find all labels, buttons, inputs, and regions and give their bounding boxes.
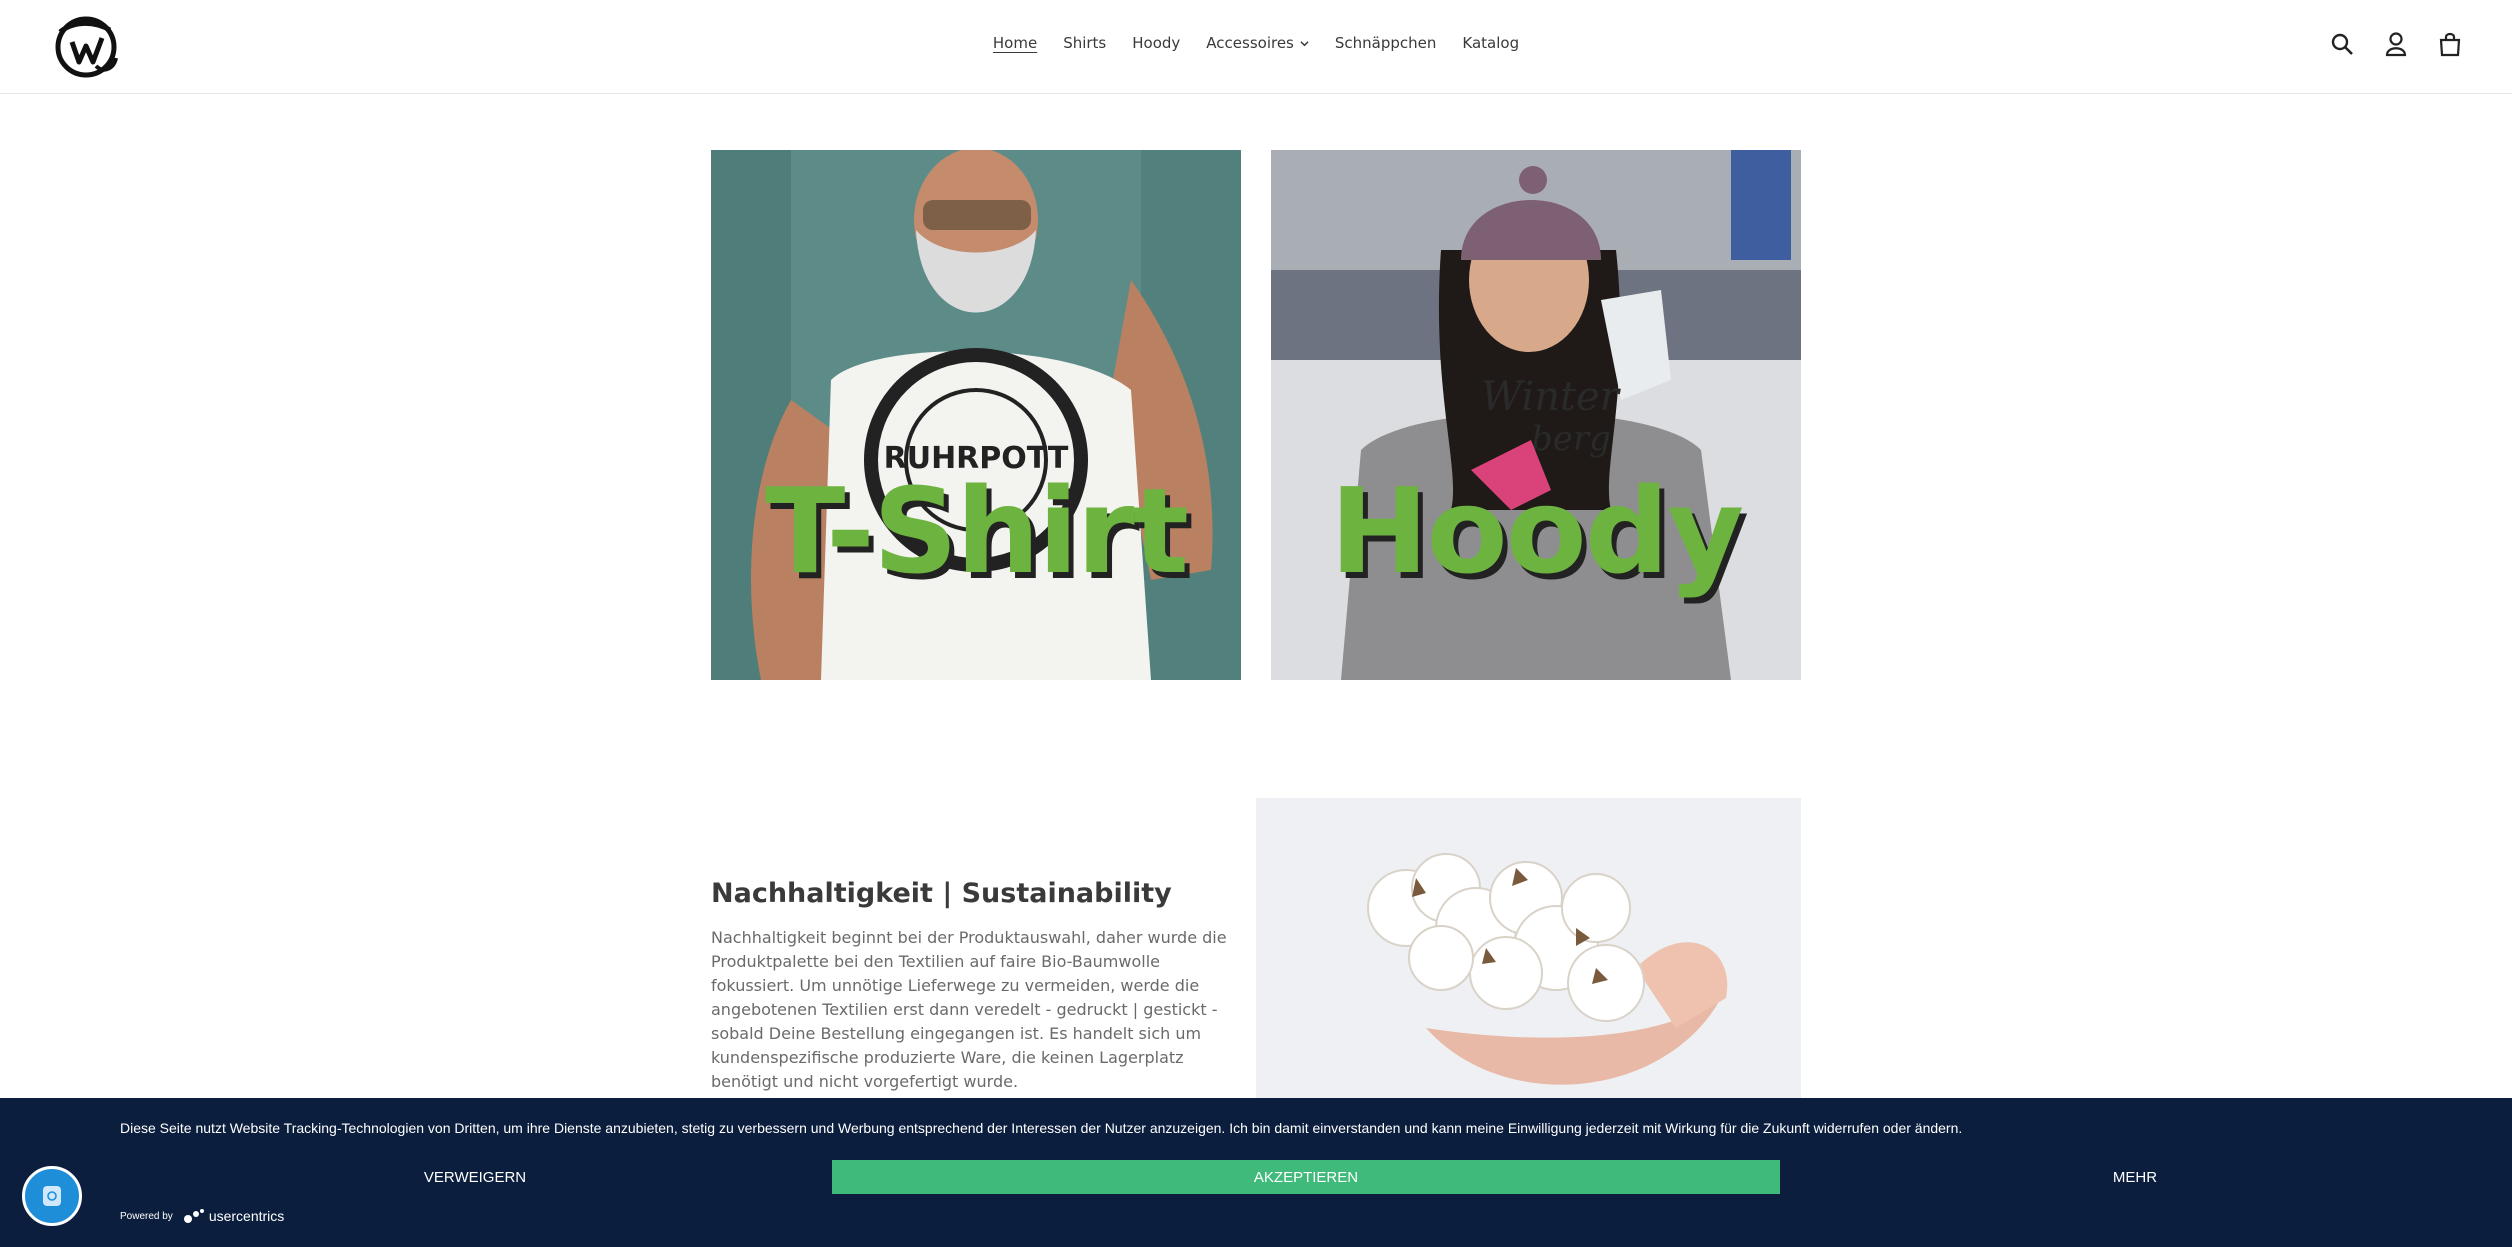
account-icon[interactable] xyxy=(2382,28,2410,60)
collection-tile-tshirt[interactable]: RUHRPOTT T-Shirt xyxy=(711,150,1241,680)
usercentrics-dots-icon xyxy=(183,1209,204,1223)
sustainability-text: Nachhaltigkeit beginnt bei der Produktau… xyxy=(711,926,1231,1094)
nav-shirts-label: Shirts xyxy=(1063,34,1107,52)
more-button[interactable]: MEHR xyxy=(1910,1160,2360,1194)
svg-text:berg: berg xyxy=(1531,419,1611,459)
sustainability-line: fokussiert. Um unnötige Lieferwege zu ve… xyxy=(711,976,1200,995)
sustainability-title: Nachhaltigkeit | Sustainability xyxy=(711,878,1172,909)
tile-label-hoody: Hoody xyxy=(1329,462,1744,600)
chevron-down-icon xyxy=(1300,40,1309,46)
sustainability-line: sobald Deine Bestellung eingegangen ist.… xyxy=(711,1024,1202,1043)
deny-button[interactable]: VERWEIGERN xyxy=(250,1160,700,1194)
hoody-photo: Winter berg xyxy=(1271,150,1801,680)
nav-accessoires-label: Accessoires xyxy=(1206,34,1294,52)
sustainability-line: Nachhaltigkeit beginnt bei der Produktau… xyxy=(711,928,1227,947)
powered-by-label: Powered by xyxy=(120,1210,173,1222)
cookie-banner: Diese Seite nutzt Website Tracking-Techn… xyxy=(0,1098,2512,1247)
cookie-consent-text: Diese Seite nutzt Website Tracking-Techn… xyxy=(120,1120,1963,1136)
nav-katalog[interactable]: Katalog xyxy=(1462,34,1519,52)
usercentrics-brand: usercentrics xyxy=(208,1208,285,1224)
sustainability-line: kundenspezifische produzierte Ware, die … xyxy=(711,1048,1184,1067)
search-icon[interactable] xyxy=(2328,28,2356,60)
sustainability-line: benötigt und nicht vorgefertigt wurde. xyxy=(711,1072,1019,1091)
nav-hoody[interactable]: Hoody xyxy=(1132,34,1180,52)
tile-label-tshirt: T-Shirt xyxy=(764,462,1189,600)
svg-text:Winter: Winter xyxy=(1481,374,1622,420)
nav-accessoires[interactable]: Accessoires xyxy=(1206,34,1309,52)
nav-katalog-label: Katalog xyxy=(1462,34,1520,52)
cart-icon[interactable] xyxy=(2436,28,2464,60)
nav-schnaeppchen-label: Schnäppchen xyxy=(1334,34,1437,52)
sustainability-line: angebotenen Textilien erst dann veredelt… xyxy=(711,1000,1218,1019)
privacy-settings-button[interactable] xyxy=(22,1166,82,1226)
nav-home-label: Home xyxy=(992,34,1038,52)
site-header: Home Shirts Hoody Accessoires Schnäppche… xyxy=(0,0,2512,94)
nav-home[interactable]: Home xyxy=(993,34,1037,52)
collection-tile-hoody[interactable]: Winter berg Hoody xyxy=(1271,150,1801,680)
usercentrics-logo: usercentrics xyxy=(183,1208,284,1224)
accept-button[interactable]: AKZEPTIEREN xyxy=(832,1160,1780,1194)
powered-by: Powered by usercentrics xyxy=(120,1208,284,1224)
nav-schnaeppchen[interactable]: Schnäppchen xyxy=(1335,34,1437,52)
sustainability-line: Produktpalette bei den Textilien auf fai… xyxy=(711,952,1160,971)
cotton-image xyxy=(1256,798,1801,1098)
nav-shirts[interactable]: Shirts xyxy=(1063,34,1106,52)
tshirt-photo: RUHRPOTT xyxy=(711,150,1241,680)
header-actions xyxy=(2328,28,2464,60)
nav-hoody-label: Hoody xyxy=(1132,34,1181,52)
main-nav: Home Shirts Hoody Accessoires Schnäppche… xyxy=(0,34,2512,52)
fingerprint-icon xyxy=(43,1186,61,1206)
